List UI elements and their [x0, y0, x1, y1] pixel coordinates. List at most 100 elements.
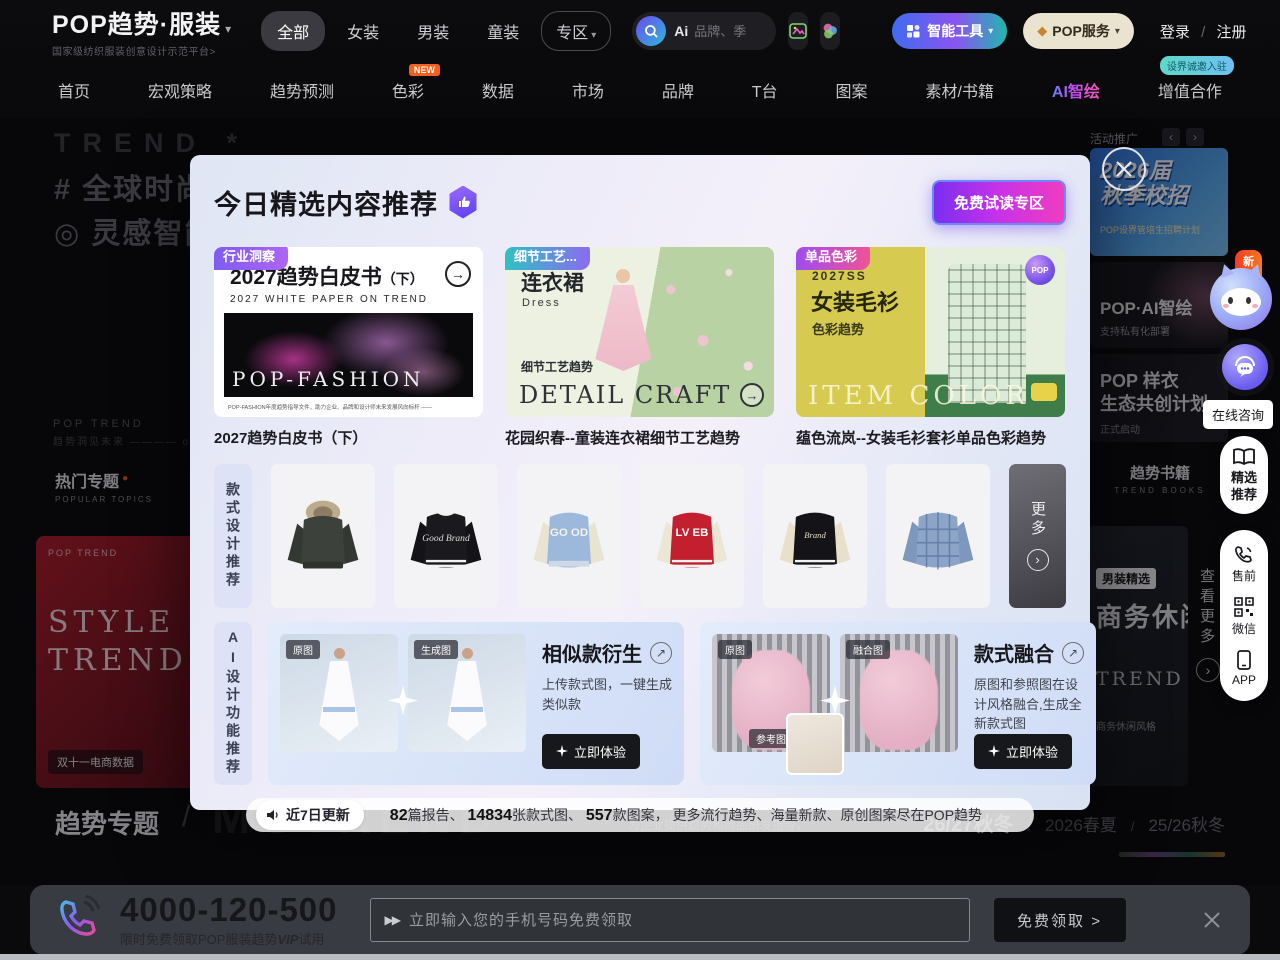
modal-header: 今日精选内容推荐 免费试读专区 — [214, 173, 1066, 231]
headset-chat-icon — [1222, 344, 1268, 390]
product-thumbnail-plaid-shirt[interactable] — [886, 464, 990, 608]
online-chat-button[interactable] — [1216, 338, 1274, 396]
service-pill: 售前 微信 APP — [1220, 530, 1268, 701]
try-now-button[interactable]: 立即体验 — [542, 734, 640, 769]
qr-code-icon — [1234, 597, 1254, 617]
ai-card-style-fusion[interactable]: 原图 参考图 融合图 款式融合 ↗ 原图和参照图在设计风格融合,生 — [700, 622, 1096, 785]
arrow-right-icon: › — [1027, 549, 1049, 571]
nav-macro-strategy[interactable]: 宏观策略 — [148, 78, 212, 102]
product-thumbnail-black-cream-varsity[interactable]: Brand — [763, 464, 867, 608]
sparkle-icon — [386, 684, 420, 723]
search-box[interactable]: Ai — [632, 12, 776, 50]
chevron-down-icon: ▾ — [988, 26, 993, 37]
sparkle-icon — [818, 684, 852, 723]
chevron-down-icon: ▾ — [591, 30, 596, 41]
logo-caret-icon: ▾ — [225, 22, 232, 36]
close-icon[interactable] — [1200, 908, 1224, 932]
girl-dress-figure — [595, 269, 651, 389]
main-nav: 首页 宏观策略 趋势预测 色彩NEW 数据 市场 品牌 T台 图案 素材/书籍 … — [0, 62, 1280, 118]
weekly-stats-bar: 近7日更新 82篇报告、 14834张款式图、 557款图案， 更多流行趋势、海… — [246, 798, 1034, 832]
double-arrow-icon: ▶▶ — [385, 913, 399, 927]
nav-brand[interactable]: 品牌 — [662, 78, 694, 102]
featured-card-whitepaper[interactable]: 行业洞察 2027趋势白皮书（下） 2027 WHITE PAPER ON TR… — [214, 247, 483, 448]
nav-trend-forecast[interactable]: 趋势预测 — [270, 78, 334, 102]
logo-subtitle: 国家级纺织服装创意设计示范平台> — [52, 43, 232, 58]
tab-women[interactable]: 女装 — [331, 11, 395, 51]
external-link-icon[interactable]: ↗ — [650, 642, 672, 664]
ai-search-label: Ai — [674, 23, 688, 39]
smart-tools-button[interactable]: 智能工具▾ — [892, 13, 1007, 49]
logo: POP趋势·服装▾ — [52, 5, 232, 41]
phone-number-input[interactable] — [409, 912, 955, 929]
image-search-icon[interactable] — [788, 12, 808, 50]
free-claim-button[interactable]: 免费领取 > — [994, 898, 1126, 942]
phone-handset-icon — [56, 894, 104, 947]
nav-color[interactable]: 色彩NEW — [392, 78, 424, 102]
invite-badge: 设界诚邀入驻 — [1160, 56, 1234, 75]
tab-men[interactable]: 男装 — [401, 11, 465, 51]
nav-runway[interactable]: T台 — [752, 78, 778, 102]
top-header: POP趋势·服装▾ 国家级纺织服装创意设计示范平台> 全部 女装 男装 童装 专… — [0, 0, 1280, 62]
style-recommend-label: 款式设计推荐 — [214, 464, 252, 608]
try-now-button[interactable]: 立即体验 — [974, 734, 1072, 769]
featured-card-dress-craft[interactable]: 细节工艺... 连衣裙 Dress 细节工艺趋势 DETAIL CRAFT → … — [505, 247, 774, 448]
nav-value-coop[interactable]: 增值合作设界诚邀入驻 — [1158, 78, 1222, 102]
external-link-icon[interactable]: ↗ — [1062, 642, 1084, 664]
thumbs-up-icon — [448, 186, 478, 219]
nav-data[interactable]: 数据 — [482, 78, 514, 102]
new-badge: NEW — [409, 64, 440, 76]
card-tag: 细节工艺... — [505, 247, 590, 270]
update-pill: 近7日更新 — [256, 800, 364, 830]
nav-home[interactable]: 首页 — [58, 78, 90, 102]
ai-card-similar-derive[interactable]: 原图 生成图 相似款衍生 ↗ 上传款式图，一键生成类似款 — [268, 622, 684, 785]
card-caption: 花园织春--童装连衣裙细节工艺趋势 — [505, 427, 774, 448]
page-bottom-strip — [0, 954, 1280, 960]
online-consult-label[interactable]: 在线咨询 — [1203, 400, 1273, 429]
mascot-assistant[interactable] — [1210, 268, 1272, 330]
free-trial-button[interactable]: 免费试读专区 — [932, 180, 1066, 225]
phone-block: 4000-120-500 限时免费领取POP服装趋势VIP试用 — [120, 893, 338, 948]
nav-pattern[interactable]: 图案 — [836, 78, 868, 102]
logo-block[interactable]: POP趋势·服装▾ 国家级纺织服装创意设计示范平台> — [52, 5, 232, 58]
presale-button[interactable]: 售前 — [1232, 544, 1256, 584]
book-icon — [1233, 448, 1255, 466]
login-link[interactable]: 登录 — [1160, 24, 1190, 41]
product-thumbnail-fur-hood-jacket[interactable] — [271, 464, 375, 608]
fused-image: 融合图 — [840, 634, 958, 752]
product-thumbnail-black-varsity[interactable]: Good Brand — [394, 464, 498, 608]
register-link[interactable]: 注册 — [1216, 24, 1246, 41]
tab-zone[interactable]: 专区▾ — [541, 11, 611, 51]
close-icon[interactable] — [1102, 147, 1146, 191]
arrow-right-icon: → — [445, 261, 471, 287]
pop-service-button[interactable]: ◆ POP服务▾ — [1023, 13, 1134, 49]
hotline-note: 限时免费领取POP服装趋势VIP试用 — [120, 929, 338, 948]
phone-icon — [1234, 544, 1254, 564]
app-download-button[interactable]: APP — [1232, 650, 1256, 687]
nav-materials-books[interactable]: 素材/书籍 — [925, 78, 993, 102]
daily-picks-modal: 今日精选内容推荐 免费试读专区 行业洞察 2027趋势白皮书（下） 2027 W… — [190, 155, 1090, 810]
product-thumbnail-blue-varsity[interactable]: GO OD — [517, 464, 621, 608]
featured-card-knit-color[interactable]: 单品色彩 2027SS 女装毛衫 色彩趋势 ITEM COLOR POP 蕴色流… — [796, 247, 1065, 448]
style-recommend-row: 款式设计推荐 Good Brand GO OD LV EB Brand 更多 › — [214, 464, 1066, 608]
featured-cards-row: 行业洞察 2027趋势白皮书（下） 2027 WHITE PAPER ON TR… — [214, 247, 1066, 448]
generated-image: 生成图 — [408, 634, 526, 752]
svg-text:Brand: Brand — [804, 530, 826, 540]
search-input[interactable] — [694, 24, 764, 39]
card-caption: 蕴色流岚--女装毛衫套衫单品色彩趋势 — [796, 427, 1065, 448]
chevron-down-icon: ▾ — [1115, 26, 1120, 37]
product-thumbnail-red-varsity[interactable]: LV EB — [640, 464, 744, 608]
smartphone-icon — [1235, 650, 1253, 670]
color-palette-icon[interactable] — [820, 12, 840, 50]
gem-icon: ◆ — [1037, 23, 1047, 39]
ai-feature-label: AI设计功能推荐 — [214, 622, 252, 785]
featured-recommend-button[interactable]: 精选推荐 — [1220, 436, 1268, 514]
tab-kids[interactable]: 童装 — [471, 11, 535, 51]
tab-all[interactable]: 全部 — [261, 11, 325, 51]
nav-ai-draw[interactable]: AI智绘 — [1052, 78, 1100, 102]
lead-capture-bar: 4000-120-500 限时免费领取POP服装趋势VIP试用 ▶▶ 免费领取 … — [30, 885, 1250, 955]
card-tag: 行业洞察 — [214, 247, 288, 270]
wechat-qr-button[interactable]: 微信 — [1232, 597, 1256, 637]
more-styles-button[interactable]: 更多 › — [1009, 464, 1066, 608]
arrow-right-icon: → — [740, 383, 764, 407]
nav-market[interactable]: 市场 — [572, 78, 604, 102]
